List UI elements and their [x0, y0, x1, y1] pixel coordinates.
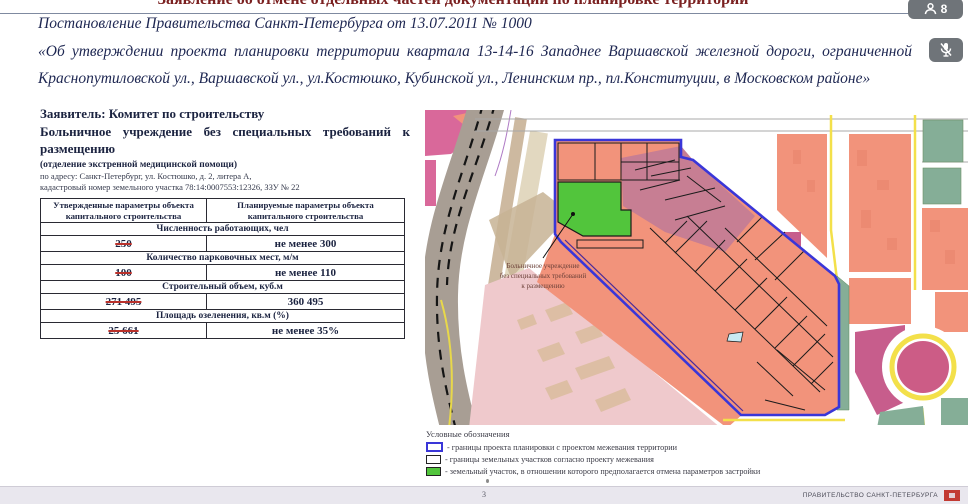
spb-government-logo-icon	[944, 490, 960, 501]
table-row: 100 не менее 110	[41, 265, 405, 281]
category-label: Количество парковочных мест, м/м	[41, 252, 405, 265]
table-row: 25 661 не менее 35%	[41, 323, 405, 339]
table-row: Площадь озеленения, кв.м (%)	[41, 310, 405, 323]
legend-swatch-boundary-icon	[426, 442, 443, 452]
green-parcel	[558, 182, 631, 236]
object-title: Больничное учреждение без специальных тр…	[40, 123, 410, 158]
address-line-2: кадастровый номер земельного участка 78:…	[40, 182, 410, 193]
table-row: 271 495 360 495	[41, 294, 405, 310]
table-row: Количество парковочных мест, м/м	[41, 252, 405, 265]
planned-value: не менее 35%	[207, 323, 405, 339]
address-line-1: по адресу: Санкт-Петербург, ул. Костюшко…	[40, 171, 410, 182]
category-label: Площадь озеленения, кв.м (%)	[41, 310, 405, 323]
footer-bar: 3 ПРАВИТЕЛЬСТВО САНКТ-ПЕТЕРБУРГА	[0, 486, 968, 504]
parameters-table: Утвержденные параметры объекта капитальн…	[40, 198, 405, 339]
table-row: Строительный объем, куб.м	[41, 281, 405, 294]
planned-value: не менее 110	[207, 265, 405, 281]
approved-value: 100	[41, 265, 207, 281]
approved-value: 25 661	[41, 323, 207, 339]
participants-button[interactable]: 8	[908, 0, 963, 19]
approved-value: 250	[41, 236, 207, 252]
applicant-label: Заявитель: Комитет по строительству	[40, 105, 410, 123]
person-icon	[924, 2, 937, 15]
page-title: Заявление об отмене отдельных частей док…	[0, 0, 906, 9]
footer-org: ПРАВИТЕЛЬСТВО САНКТ-ПЕТЕРБУРГА	[803, 490, 960, 501]
legend-item: - границы проекта планировки с проектом …	[426, 442, 760, 452]
table-row: 250 не менее 300	[41, 236, 405, 252]
table-header-row: Утвержденные параметры объекта капитальн…	[41, 199, 405, 223]
legend-item-label: - земельный участок, в отношении которог…	[445, 467, 760, 476]
approved-value: 271 495	[41, 294, 207, 310]
category-label: Строительный объем, куб.м	[41, 281, 405, 294]
map-label-line: Больничное учреждение	[506, 262, 579, 270]
legend-item-label: - границы земельных участков согласно пр…	[445, 455, 654, 464]
col-header-planned: Планируемые параметры объекта капитально…	[207, 199, 405, 223]
title-divider	[0, 13, 910, 14]
site-plan-map: Больничное учреждение без специальных тр…	[425, 110, 968, 425]
legend-swatch-green-parcel-icon	[426, 467, 441, 476]
table-row: Численность работающих, чел	[41, 223, 405, 236]
category-label: Численность работающих, чел	[41, 223, 405, 236]
legend-item-label: - границы проекта планировки с проектом …	[447, 443, 677, 452]
applicant-block: Заявитель: Комитет по строительству Боль…	[40, 105, 410, 193]
object-address: по адресу: Санкт-Петербург, ул. Костюшко…	[40, 171, 410, 193]
map-label-line: к размещению	[521, 282, 564, 290]
footer-dot	[486, 479, 489, 483]
legend-swatch-parcels-icon	[426, 455, 441, 464]
resolution-description: «Об утверждении проекта планировки терри…	[38, 39, 912, 92]
map-legend: Условные обозначения - границы проекта п…	[426, 429, 760, 476]
object-subtitle: (отделение экстренной медицинской помощи…	[40, 160, 410, 170]
legend-title: Условные обозначения	[426, 429, 760, 439]
org-name: ПРАВИТЕЛЬСТВО САНКТ-ПЕТЕРБУРГА	[803, 492, 938, 499]
planned-value: не менее 300	[207, 236, 405, 252]
planned-value: 360 495	[207, 294, 405, 310]
legend-item: - границы земельных участков согласно пр…	[426, 455, 760, 464]
participants-count: 8	[941, 2, 948, 16]
map-label-line: без специальных требований	[500, 272, 587, 280]
resolution-line: Постановление Правительства Санкт-Петерб…	[38, 15, 908, 33]
legend-item: - земельный участок, в отношении которог…	[426, 467, 760, 476]
col-header-approved: Утвержденные параметры объекта капитальн…	[41, 199, 207, 223]
mic-muted-icon	[939, 42, 953, 58]
mute-button[interactable]	[929, 38, 963, 62]
site-plan-svg: Больничное учреждение без специальных тр…	[425, 110, 968, 425]
